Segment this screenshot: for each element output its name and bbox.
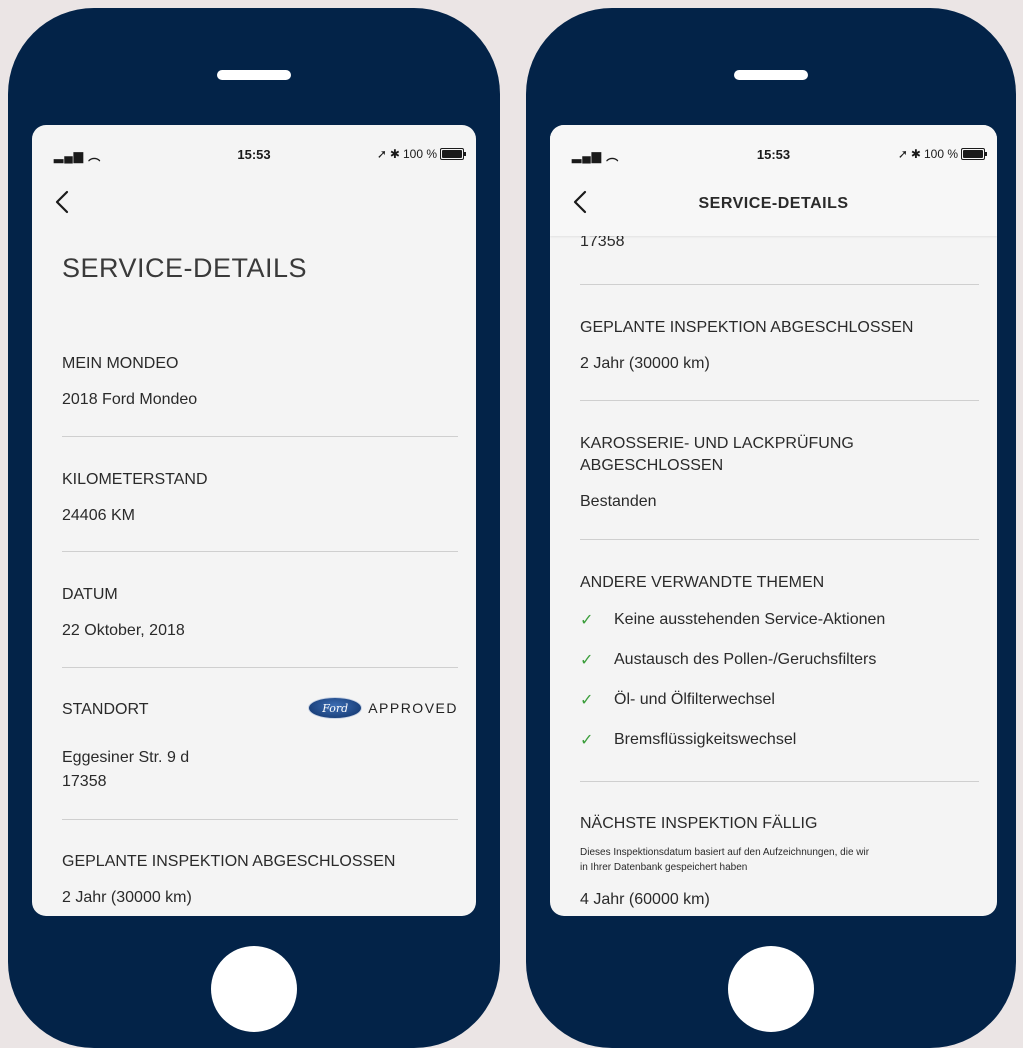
location-icon: ➚ xyxy=(897,147,908,161)
divider xyxy=(580,284,979,285)
section-label: GEPLANTE INSPEKTION ABGESCHLOSSEN xyxy=(62,853,396,870)
phone-frame-left: ▂▄▆ ︵ 15:53 ➚ ✱ 100 % SERVICE-DETAILS ME… xyxy=(8,8,500,1048)
section-label: KILOMETERSTAND xyxy=(62,471,208,488)
section-vehicle: MEIN MONDEO 2018 Ford Mondeo xyxy=(62,353,448,411)
check-icon: ✓ xyxy=(580,692,594,709)
page-title: SERVICE-DETAILS xyxy=(62,253,308,283)
status-bar: ▂▄▆ ︵ 15:53 ➚ ✱ 100 % xyxy=(32,125,476,175)
section-mileage: KILOMETERSTAND 24406 KM xyxy=(62,469,448,527)
screen-right: ▂▄▆ ︵ 15:53 ➚ ✱ 100 % SERVICE-DETAILS 17… xyxy=(550,125,997,916)
list-item-label: Öl- und Ölfilterwechsel xyxy=(614,691,775,708)
home-button[interactable] xyxy=(211,946,297,1032)
list-item: ✓ Keine ausstehenden Service-Aktionen xyxy=(580,600,969,640)
screen-left: ▂▄▆ ︵ 15:53 ➚ ✱ 100 % SERVICE-DETAILS ME… xyxy=(32,125,476,916)
speaker-slot xyxy=(217,70,291,80)
approved-text: APPROVED xyxy=(368,700,458,716)
speaker-slot xyxy=(734,70,808,80)
section-label: GEPLANTE INSPEKTION ABGESCHLOSSEN xyxy=(580,319,914,336)
divider xyxy=(580,539,979,540)
location-icon: ➚ xyxy=(376,147,387,161)
ford-approved-badge: Ford APPROVED xyxy=(308,697,458,719)
address-line1: Eggesiner Str. 9 d xyxy=(62,749,190,766)
home-button[interactable] xyxy=(728,946,814,1032)
section-label: MEIN MONDEO xyxy=(62,355,179,372)
section-label-line2: ABGESCHLOSSEN xyxy=(580,457,724,474)
battery-icon xyxy=(961,148,987,160)
back-button[interactable] xyxy=(50,187,74,217)
section-next-inspection: NÄCHSTE INSPEKTION FÄLLIG Dieses Inspekt… xyxy=(580,813,969,911)
divider xyxy=(580,781,979,782)
list-item-label: Keine ausstehenden Service-Aktionen xyxy=(614,611,886,628)
section-value: 2018 Ford Mondeo xyxy=(62,391,198,408)
section-value: 22 Oktober, 2018 xyxy=(62,622,185,639)
ford-logo: Ford xyxy=(308,697,363,719)
section-date: DATUM 22 Oktober, 2018 xyxy=(62,584,448,642)
section-value: 2 Jahr (30000 km) xyxy=(62,889,192,906)
section-label: NÄCHSTE INSPEKTION FÄLLIG xyxy=(580,815,818,832)
phone-frame-right: ▂▄▆ ︵ 15:53 ➚ ✱ 100 % SERVICE-DETAILS 17… xyxy=(526,8,1016,1048)
status-bar: ▂▄▆ ︵ 15:53 ➚ ✱ 100 % xyxy=(550,125,997,175)
section-label: ANDERE VERWANDTE THEMEN xyxy=(580,574,825,591)
check-icon: ✓ xyxy=(580,732,594,749)
section-value: 4 Jahr (60000 km) xyxy=(580,891,710,908)
divider xyxy=(62,551,458,552)
section-value: 24406 KM xyxy=(62,507,135,524)
divider xyxy=(62,667,458,668)
section-body-paint: KAROSSERIE- UND LACKPRÜFUNG ABGESCHLOSSE… xyxy=(580,433,969,513)
note-line1: Dieses Inspektionsdatum basiert auf den … xyxy=(580,847,870,858)
section-inspection: GEPLANTE INSPEKTION ABGESCHLOSSEN 2 Jahr… xyxy=(580,317,969,375)
list-item-label: Austausch des Pollen-/Geruchsfilters xyxy=(614,651,877,668)
check-icon: ✓ xyxy=(580,652,594,669)
section-value: Bestanden xyxy=(580,493,657,510)
status-right: ➚ ✱ 100 % xyxy=(897,147,987,161)
list-item: ✓ Austausch des Pollen-/Geruchsfilters xyxy=(580,640,969,680)
battery-percent: 100 % xyxy=(923,147,958,161)
battery-percent: 100 % xyxy=(402,147,437,161)
battery-icon xyxy=(440,148,466,160)
section-value: 2 Jahr (30000 km) xyxy=(580,355,710,372)
header-title: SERVICE-DETAILS xyxy=(698,195,849,212)
bluetooth-icon: ✱ xyxy=(910,147,921,161)
status-right: ➚ ✱ 100 % xyxy=(376,147,466,161)
list-item: ✓ Öl- und Ölfilterwechsel xyxy=(580,680,969,720)
divider xyxy=(62,819,458,820)
bluetooth-icon: ✱ xyxy=(389,147,400,161)
section-inspection: GEPLANTE INSPEKTION ABGESCHLOSSEN 2 Jahr… xyxy=(62,851,448,909)
address-line2: 17358 xyxy=(62,773,107,790)
nav-header: ▂▄▆ ︵ 15:53 ➚ ✱ 100 % SERVICE-DETAILS xyxy=(550,125,997,236)
section-label-line1: KAROSSERIE- UND LACKPRÜFUNG xyxy=(580,435,854,452)
section-label: DATUM xyxy=(62,586,118,603)
list-item-label: Bremsflüssigkeitswechsel xyxy=(614,731,797,748)
related-list: ✓ Keine ausstehenden Service-Aktionen ✓ … xyxy=(580,600,969,760)
list-item: ✓ Bremsflüssigkeitswechsel xyxy=(580,720,969,760)
check-icon: ✓ xyxy=(580,612,594,629)
section-location: STANDORT Ford APPROVED Eggesiner Str. 9 … xyxy=(62,697,457,793)
note-line2: in Ihrer Datenbank gespeichert haben xyxy=(580,862,748,873)
divider xyxy=(62,436,458,437)
divider xyxy=(580,400,979,401)
chevron-left-icon xyxy=(55,190,69,214)
section-related-topics: ANDERE VERWANDTE THEMEN ✓ Keine ausstehe… xyxy=(580,572,969,760)
